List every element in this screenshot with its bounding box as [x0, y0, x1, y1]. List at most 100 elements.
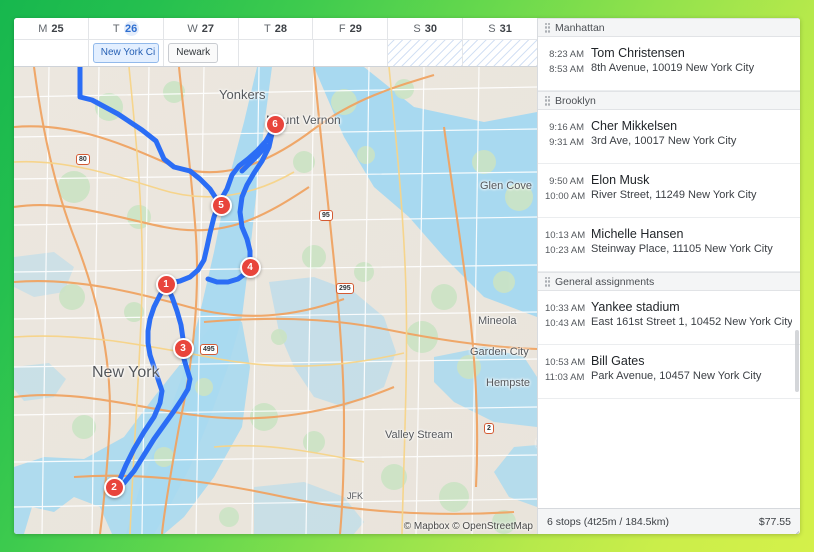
stop-row[interactable]: 9:16 AM 9:31 AM Cher Mikkelsen 3rd Ave, 100… — [538, 110, 800, 164]
stop-info: Yankee stadium East 161st Street 1, 10452… — [591, 300, 792, 335]
stops-panel: Manhattan 8:23 AM 8:53 AM Tom Christensen 8t… — [537, 18, 800, 534]
map-tiles — [14, 67, 537, 534]
stop-times: 10:53 AM 11:03 AM — [545, 354, 591, 389]
calendar-day-26[interactable]: T 26 — [89, 18, 164, 39]
stop-group-name: Brooklyn — [555, 94, 596, 107]
app-window: M 25 T 26 W 27 T 28 F 29 S 30 S 31 New York Ci Newark — [14, 18, 800, 534]
day-number-label: 30 — [424, 22, 438, 35]
day-of-week-label: T — [112, 22, 120, 35]
stop-arrival-time: 10:13 AM — [545, 230, 586, 241]
calendar-day-30[interactable]: S 30 — [388, 18, 464, 39]
stop-address: 8th Avenue, 10019 New York City — [591, 62, 755, 74]
stops-list-scrollbar[interactable] — [795, 330, 799, 392]
highway-shield-icon: 2 — [484, 423, 494, 434]
stop-row[interactable]: 10:53 AM 11:03 AM Bill Gates Park Avenue, 1… — [538, 345, 800, 399]
stop-title: Michelle Hansen — [591, 227, 684, 241]
stop-title: Cher Mikkelsen — [591, 119, 678, 133]
stop-arrival-time: 9:16 AM — [549, 122, 584, 133]
stop-info: Michelle Hansen Steinway Place, 11105 New… — [591, 227, 792, 262]
stop-departure-time: 11:03 AM — [545, 372, 585, 383]
stop-info: Bill Gates Park Avenue, 10457 New York Ci… — [591, 354, 792, 389]
map-canvas[interactable]: Yonkers Mount Vernon Glen Cove New York Mine… — [14, 67, 537, 534]
week-assignment-row: New York Ci Newark — [14, 40, 537, 67]
day-number-label: 31 — [499, 22, 512, 35]
map-marker-2[interactable]: 2 — [103, 476, 125, 498]
calendar-assignment-cell-25[interactable] — [14, 40, 89, 66]
highway-shield-icon: 295 — [336, 283, 354, 294]
stop-times: 8:23 AM 8:53 AM — [545, 46, 591, 81]
calendar-assignment-cell-28[interactable] — [239, 40, 314, 66]
calendar-assignment-cell-30[interactable] — [388, 40, 464, 66]
stop-address: Park Avenue, 10457 New York City — [591, 370, 762, 382]
route-cost-text: $77.55 — [758, 515, 791, 528]
map-marker-5[interactable]: 5 — [210, 194, 232, 216]
day-of-week-label: S — [488, 22, 496, 35]
calendar-day-28[interactable]: T 28 — [239, 18, 314, 39]
stop-info: Cher Mikkelsen 3rd Ave, 10017 New York Ci… — [591, 119, 792, 154]
calendar-assignment-cell-31[interactable] — [463, 40, 537, 66]
panel-resize-handle[interactable] — [789, 523, 800, 534]
calendar-day-25[interactable]: M 25 — [14, 18, 89, 39]
stop-row[interactable]: 10:13 AM 10:23 AM Michelle Hansen Steinway … — [538, 218, 800, 272]
stop-departure-time: 10:00 AM — [545, 191, 586, 202]
stop-departure-time: 9:31 AM — [549, 137, 584, 148]
calendar-assignment-cell-26[interactable]: New York Ci — [89, 40, 165, 66]
stop-departure-time: 10:23 AM — [545, 245, 586, 256]
stop-title: Elon Musk — [591, 173, 650, 187]
stop-arrival-time: 10:33 AM — [545, 303, 586, 314]
day-of-week-label: F — [338, 22, 346, 35]
calendar-assignment-cell-29[interactable] — [314, 40, 389, 66]
calendar-assignment-cell-27[interactable]: Newark — [164, 40, 239, 66]
map-marker-6[interactable]: 6 — [264, 113, 286, 135]
map-marker-4[interactable]: 4 — [239, 256, 261, 278]
stop-title: Bill Gates — [591, 354, 645, 368]
day-number-label: 27 — [201, 22, 214, 35]
stop-address: East 161st Street 1, 10452 New York City — [591, 316, 792, 328]
drag-handle-icon[interactable] — [545, 276, 550, 287]
calendar-day-29[interactable]: F 29 — [313, 18, 389, 39]
day-number-label: 28 — [274, 22, 287, 35]
drag-handle-icon[interactable] — [545, 95, 550, 106]
day-number-label: 25 — [51, 22, 64, 35]
highway-shield-icon: 80 — [76, 154, 90, 165]
drag-handle-icon[interactable] — [545, 22, 550, 33]
map-attribution: © Mapbox © OpenStreetMap — [403, 521, 533, 532]
stop-arrival-time: 8:23 AM — [549, 49, 584, 60]
highway-shield-icon: 495 — [200, 344, 218, 355]
stop-title: Yankee stadium — [591, 300, 680, 314]
stop-title: Tom Christensen — [591, 46, 685, 60]
stop-group-name: General assignments — [555, 275, 655, 288]
stop-row[interactable]: 9:50 AM 10:00 AM Elon Musk River Street, 11… — [538, 164, 800, 218]
calendar-day-31[interactable]: S 31 — [463, 18, 537, 39]
stop-address: Steinway Place, 11105 New York City — [591, 243, 773, 255]
map-marker-3[interactable]: 3 — [172, 337, 194, 359]
route-chip[interactable]: New York Ci — [92, 43, 159, 63]
route-chip[interactable]: Newark — [168, 43, 219, 63]
stops-list[interactable]: Manhattan 8:23 AM 8:53 AM Tom Christensen 8t… — [538, 18, 800, 508]
stop-info: Tom Christensen 8th Avenue, 10019 New Yor… — [591, 46, 792, 81]
stop-row[interactable]: 8:23 AM 8:53 AM Tom Christensen 8th Avenue,… — [538, 37, 800, 91]
stop-times: 10:33 AM 10:43 AM — [545, 300, 591, 335]
stop-address: River Street, 11249 New York City — [591, 189, 757, 201]
stop-departure-time: 10:43 AM — [545, 318, 586, 329]
stop-group-name: Manhattan — [555, 21, 605, 34]
day-of-week-label: W — [187, 22, 198, 35]
stop-info: Elon Musk River Street, 11249 New York Ci… — [591, 173, 792, 208]
stop-arrival-time: 10:53 AM — [545, 357, 586, 368]
route-summary-footer: 6 stops (4t25m / 184.5km) $77.55 — [538, 508, 800, 534]
day-of-week-label: S — [413, 22, 421, 35]
stop-address: 3rd Ave, 10017 New York City — [591, 135, 737, 147]
map-marker-1[interactable]: 1 — [155, 273, 177, 295]
calendar-day-27[interactable]: W 27 — [164, 18, 239, 39]
route-summary-text: 6 stops (4t25m / 184.5km) — [547, 515, 669, 528]
stop-group-header[interactable]: General assignments — [538, 272, 800, 291]
stop-arrival-time: 9:50 AM — [549, 176, 584, 187]
stop-row[interactable]: 10:33 AM 10:43 AM Yankee stadium East 161st… — [538, 291, 800, 345]
day-number-label: 26 — [123, 21, 139, 36]
stop-group-header[interactable]: Manhattan — [538, 18, 800, 37]
day-of-week-label: M — [38, 22, 48, 35]
stop-group-header[interactable]: Brooklyn — [538, 91, 800, 110]
calendar-map-pane: M 25 T 26 W 27 T 28 F 29 S 30 S 31 New York Ci Newark — [14, 18, 537, 534]
day-of-week-label: T — [264, 22, 271, 35]
week-day-header: M 25 T 26 W 27 T 28 F 29 S 30 S 31 — [14, 18, 537, 40]
